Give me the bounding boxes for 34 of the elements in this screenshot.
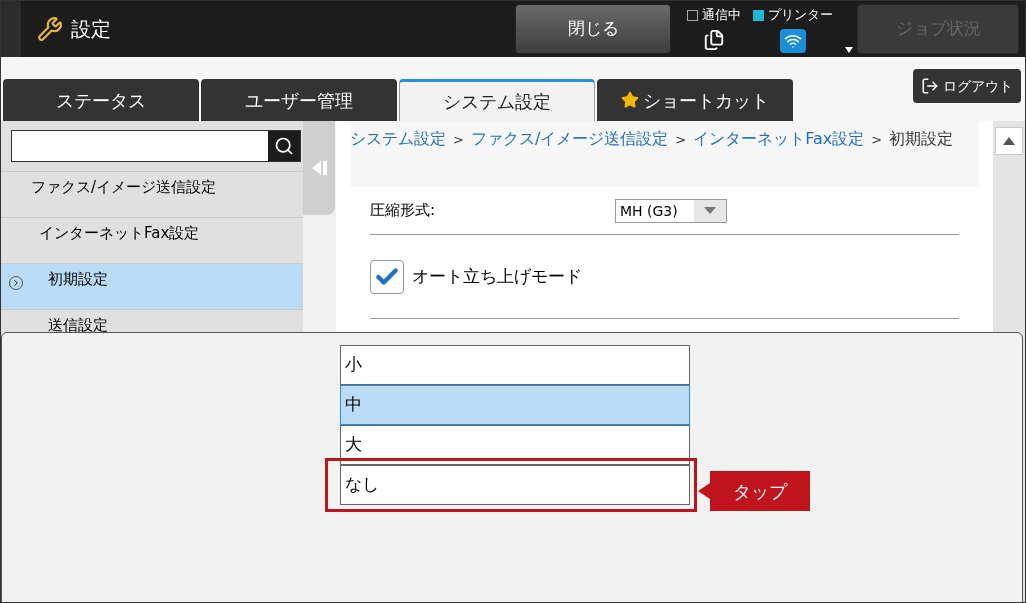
tab[interactable]: ショートカット [597, 79, 793, 121]
breadcrumb-separator: > [871, 132, 883, 147]
breadcrumb-separator: > [675, 132, 687, 147]
dropdown-option[interactable]: 小 [340, 345, 690, 385]
wrench-icon [37, 16, 63, 42]
search-icon[interactable] [268, 131, 300, 161]
dropdown-option[interactable]: 中 [340, 385, 690, 425]
breadcrumb-current: 初期設定 [889, 129, 954, 148]
scroll-up-button[interactable] [995, 127, 1023, 155]
tab[interactable]: ユーザー管理 [201, 79, 397, 121]
breadcrumb-link[interactable]: インターネットFax設定 [693, 129, 865, 148]
indicator-label: 通信中 [702, 6, 741, 25]
callout-label: タップ [698, 471, 810, 511]
select-field[interactable]: MH (G3) [615, 198, 727, 223]
star-icon [621, 91, 639, 109]
tab[interactable]: システム設定 [399, 79, 595, 121]
breadcrumb-separator: > [453, 132, 464, 147]
logout-icon [921, 77, 939, 95]
documents-icon [703, 28, 725, 51]
wifi-icon [780, 28, 806, 53]
setting-label: 圧縮形式: [370, 200, 437, 222]
sidebar-item[interactable]: 初期設定 [1, 263, 303, 309]
tab[interactable]: ステータス [3, 79, 199, 121]
breadcrumb-link[interactable]: ファクス/イメージ送信設定 [470, 129, 669, 148]
dropdown-option[interactable]: なし [340, 465, 690, 505]
window-title: 設定 [71, 16, 111, 43]
search-field[interactable] [11, 130, 301, 162]
dropdown-option[interactable]: 大 [340, 425, 690, 465]
checkbox[interactable] [370, 259, 404, 294]
checkbox-label: オート立ち上げモード [412, 264, 582, 288]
logout-button[interactable]: ログアウト [913, 69, 1021, 103]
breadcrumb-link[interactable]: システム設定 [350, 129, 446, 148]
indicator-label: プリンター [768, 6, 833, 25]
close-button[interactable]: 閉じる [515, 4, 671, 54]
